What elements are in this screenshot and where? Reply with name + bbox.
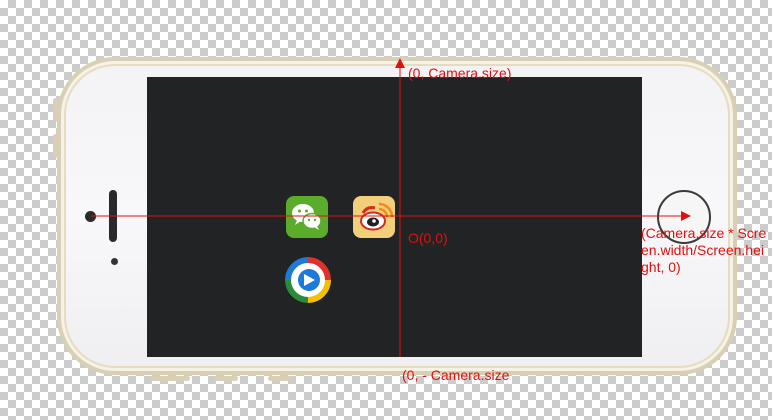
top-axis-label: (0, Camera.size) (408, 65, 512, 81)
bottom-axis-label: (0, - Camera.size (402, 367, 510, 383)
right-axis-label: (Camera.size * Screen.width/Screen.heigh… (641, 225, 767, 275)
origin-label: O(0,0) (408, 230, 448, 246)
coordinate-axes (91, 58, 691, 357)
